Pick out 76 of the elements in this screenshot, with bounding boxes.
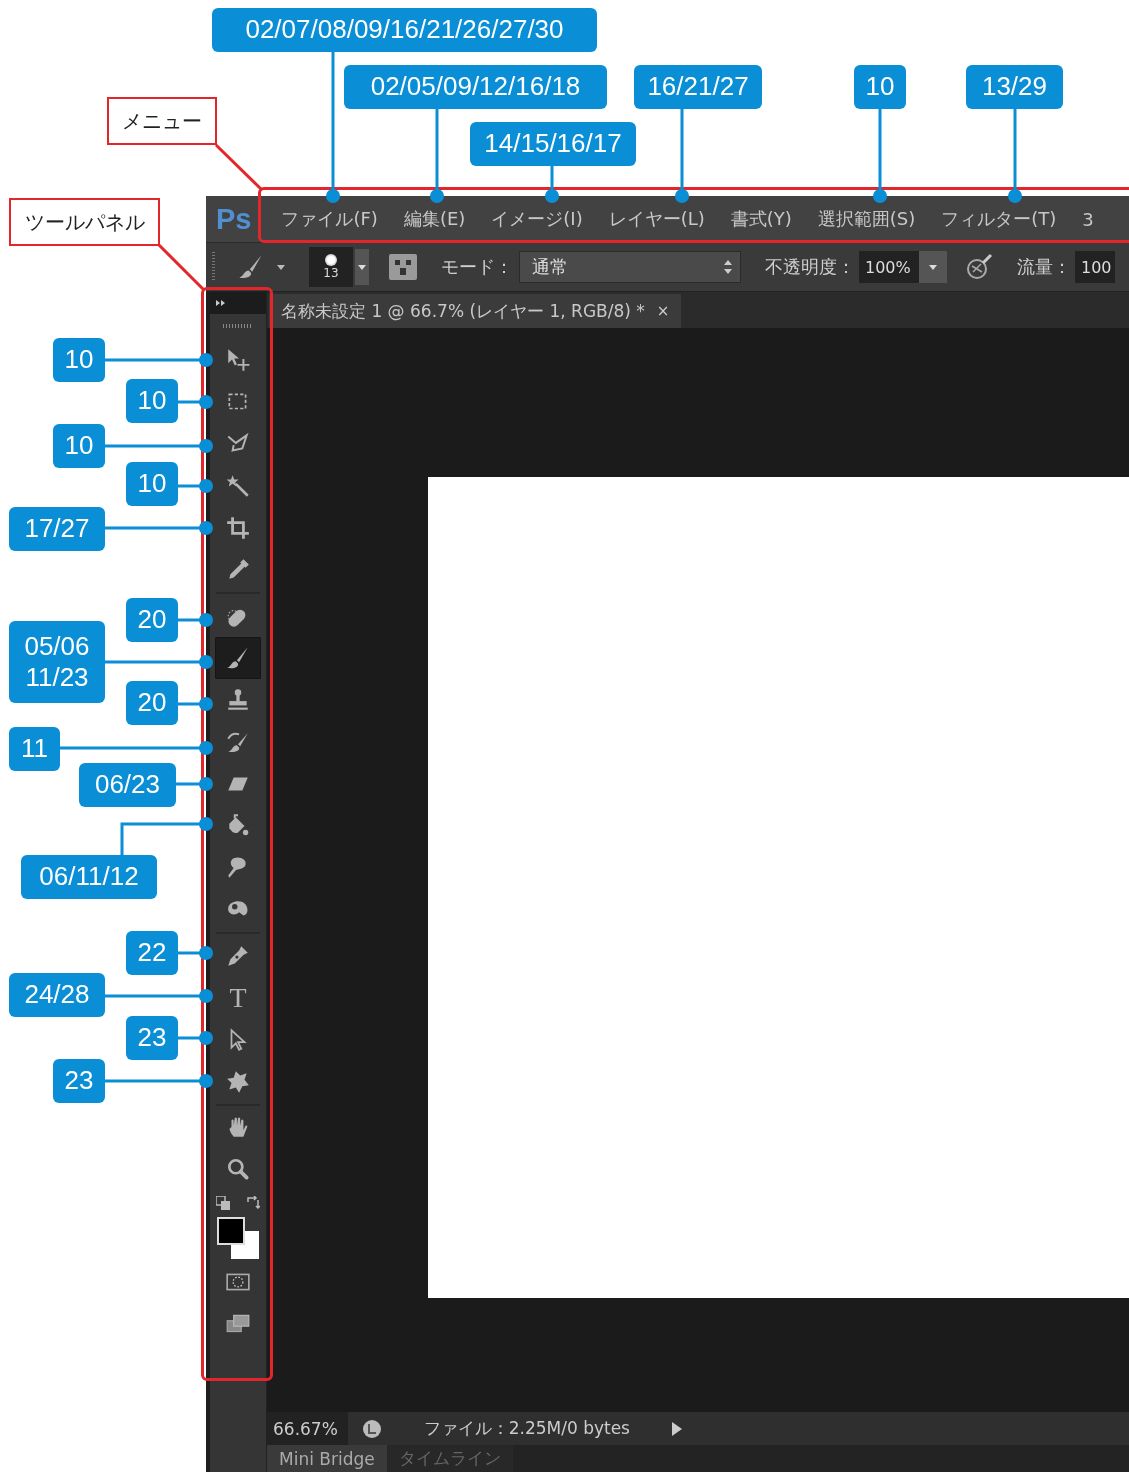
callout-badge: 20 xyxy=(126,681,178,725)
menu-item[interactable]: 書式(Y) xyxy=(730,207,792,231)
leader-line xyxy=(178,1031,213,1045)
callout-label: メニュー xyxy=(107,97,217,145)
callout-badge: 20 xyxy=(126,598,178,642)
menu-item[interactable]: 3 xyxy=(1082,208,1094,230)
stamp-icon xyxy=(225,687,251,713)
callout-badge: 11 xyxy=(9,727,60,771)
callout-badge: 05/06 11/23 xyxy=(9,621,105,703)
leader-line xyxy=(176,777,213,791)
mode-label: モード： xyxy=(441,255,513,279)
callout-badge: 06/11/12 xyxy=(21,855,157,899)
caret-icon[interactable] xyxy=(355,249,369,285)
callout-badge: 24/28 xyxy=(9,973,105,1017)
callout-badge: 10 xyxy=(126,379,178,423)
callout-badge: 10 xyxy=(126,462,178,506)
document-tab[interactable]: 名称未設定 1 @ 66.7% (レイヤー 1, RGB/8) * × xyxy=(269,294,682,328)
blob-shape-icon xyxy=(225,1069,251,1095)
menu-item[interactable]: 編集(E) xyxy=(403,207,466,231)
collapse-icon[interactable] xyxy=(216,300,226,306)
brush-preset-picker[interactable]: 13 xyxy=(309,247,353,287)
opacity-label: 不透明度： xyxy=(765,255,855,279)
magic-wand-icon xyxy=(225,473,251,499)
leader-line xyxy=(178,697,213,711)
callout-badge: 02/05/09/12/16/18 xyxy=(344,65,607,109)
magnifier-icon xyxy=(225,1157,251,1183)
leader-line xyxy=(178,946,213,960)
zoom-level[interactable]: 66.67% xyxy=(267,1412,348,1445)
clock-icon[interactable] xyxy=(361,1418,382,1439)
mode-dropdown[interactable]: 通常 xyxy=(519,251,741,283)
leader-line xyxy=(178,613,213,627)
document-info: ファイル：2.25M/0 bytes xyxy=(422,1417,631,1440)
callout-badge: 02/07/08/09/16/21/26/27/30 xyxy=(212,8,597,52)
callout-badge: 10 xyxy=(53,338,105,382)
panel-tab[interactable]: Mini Bridge xyxy=(267,1445,387,1472)
tool-button[interactable] xyxy=(215,637,261,679)
close-icon[interactable]: × xyxy=(656,302,670,320)
callout-badge: 16/21/27 xyxy=(634,65,762,109)
leader-line xyxy=(214,143,264,192)
pen-nib-icon xyxy=(225,943,251,969)
brush-icon xyxy=(225,645,251,671)
menu-item[interactable]: ファイル(F) xyxy=(281,207,378,231)
crop-icon xyxy=(225,515,251,541)
opacity-field[interactable]: 100% xyxy=(859,251,919,283)
callout-badge: 10 xyxy=(53,424,105,468)
brush-panel-icon[interactable] xyxy=(389,254,417,280)
menu-item[interactable]: フィルター(T) xyxy=(941,207,1057,231)
callout-badge: 23 xyxy=(53,1059,105,1103)
play-icon[interactable] xyxy=(671,1421,682,1436)
move-arrow-icon xyxy=(225,347,251,373)
callout-badge: 23 xyxy=(126,1016,178,1060)
tool-button[interactable]: T xyxy=(215,977,261,1019)
caret-icon[interactable] xyxy=(919,251,947,283)
flow-field[interactable]: 100 xyxy=(1075,251,1115,283)
menu-item[interactable]: 選択範囲(S) xyxy=(817,207,916,231)
callout-badge: 10 xyxy=(854,65,906,109)
leader-line xyxy=(178,479,213,493)
callout-badge: 17/27 xyxy=(9,507,105,551)
color-swatches-drawing[interactable] xyxy=(215,1215,261,1261)
menu-item[interactable]: レイヤー(L) xyxy=(608,207,705,231)
menu-item[interactable]: イメージ(I) xyxy=(491,207,583,231)
up-down-arrows-icon xyxy=(724,260,732,274)
flow-label: 流量： xyxy=(1017,255,1071,279)
leader-line xyxy=(545,166,559,203)
callout-badge: 22 xyxy=(126,931,178,975)
callout-badge: 13/29 xyxy=(966,65,1063,109)
callout-label: ツールパネル xyxy=(9,198,160,246)
default-colors-icon[interactable] xyxy=(216,1196,230,1210)
app-logo: Ps xyxy=(216,202,252,236)
caret-icon[interactable] xyxy=(277,264,285,270)
callout-badge: 06/23 xyxy=(79,763,176,807)
callout-badge: 14/15/16/17 xyxy=(470,122,636,166)
airbrush-icon[interactable] xyxy=(965,253,993,281)
swap-colors-icon[interactable] xyxy=(246,1196,260,1210)
leader-line xyxy=(178,395,213,409)
grip-icon[interactable] xyxy=(212,252,215,282)
